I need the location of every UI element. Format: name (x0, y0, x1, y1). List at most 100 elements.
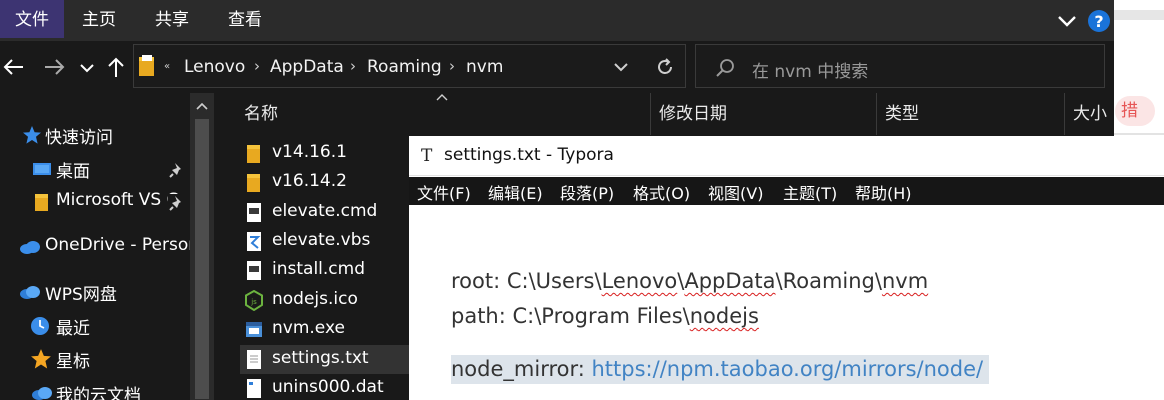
file-row[interactable]: unins000.dat (240, 374, 410, 400)
expand-ribbon-chevron-icon[interactable] (1055, 8, 1079, 34)
svg-text:js: js (250, 298, 257, 306)
recent-locations-chevron-icon[interactable] (77, 55, 97, 79)
nav-item-onedrive[interactable]: OneDrive - Persor (0, 233, 190, 263)
breadcrumb-roaming[interactable]: Roaming (367, 57, 442, 77)
nav-item-label: 最近 (56, 319, 90, 339)
root-nvm-word: nvm (881, 269, 929, 293)
file-row[interactable]: nvm.exe (240, 315, 410, 344)
folder-path-icon (139, 55, 154, 76)
star-icon (23, 126, 41, 144)
nav-item-label: 我的云文档 (56, 386, 141, 400)
ribbon-tab-share[interactable]: 共享 (155, 0, 189, 38)
search-icon (716, 59, 734, 77)
ribbon-tab-home[interactable]: 主页 (82, 0, 116, 38)
nav-item-cloud-docs[interactable]: 我的云文档 (0, 379, 190, 400)
mirror-line-selected[interactable]: node_mirror: https://npm.taobao.org/mirr… (451, 355, 990, 384)
nav-item-label: 快速访问 (45, 128, 113, 148)
breadcrumb-nvm[interactable]: nvm (466, 57, 503, 77)
nav-item-recent[interactable]: 最近 (0, 312, 190, 342)
typora-title-bar[interactable]: T settings.txt - Typora (409, 136, 1164, 176)
refresh-icon[interactable] (654, 56, 676, 78)
menu-theme[interactable]: 主题(T) (783, 180, 837, 204)
file-name: elevate.cmd (272, 201, 378, 221)
vbs-file-icon (247, 232, 261, 251)
search-input[interactable]: 在 nvm 中搜索 (695, 44, 1105, 88)
nav-item-label: Microsoft VS C (56, 190, 179, 210)
menu-file[interactable]: 文件(F) (417, 180, 471, 204)
root-user-word: Lenovo (601, 269, 678, 293)
file-row[interactable]: v14.16.1 (240, 139, 410, 168)
cloud-icon (32, 387, 52, 400)
menu-view[interactable]: 视图(V) (708, 180, 763, 204)
help-icon[interactable]: ? (1087, 8, 1111, 34)
scroll-up-arrow-icon[interactable] (196, 101, 208, 111)
star-icon (31, 349, 51, 369)
file-row[interactable]: js nodejs.ico (240, 286, 410, 315)
file-row[interactable]: elevate.vbs (240, 227, 410, 256)
menu-help[interactable]: 帮助(H) (855, 180, 912, 204)
root-mid: \Roaming\ (775, 269, 882, 293)
back-arrow-icon[interactable] (2, 55, 26, 79)
text-file-icon (247, 350, 261, 369)
nav-item-desktop[interactable]: 桌面 (0, 155, 190, 185)
nav-item-starred[interactable]: 星标 (0, 345, 190, 375)
menu-edit[interactable]: 编辑(E) (488, 180, 543, 204)
cmd-file-icon (247, 203, 261, 222)
nav-item-wps-drive[interactable]: WPS网盘 (0, 278, 190, 308)
editor-area[interactable]: root: C:\Users\Lenovo\AppData\Roaming\nv… (409, 205, 1164, 400)
file-name: elevate.vbs (272, 230, 371, 250)
folder-icon (247, 174, 260, 192)
desktop: { "ribbon": { "tabs": ["文件", "主页", "共享",… (0, 0, 1164, 400)
nav-item-quick-access[interactable]: 快速访问 (0, 121, 190, 151)
pin-icon[interactable] (168, 194, 186, 212)
breadcrumb-appdata[interactable]: AppData (270, 57, 344, 77)
nav-item-microsoft-vs[interactable]: Microsoft VS C (0, 188, 190, 218)
ribbon-tab-view[interactable]: 查看 (228, 0, 262, 38)
background-badge[interactable]: 措 (1115, 96, 1155, 126)
cmd-file-icon (247, 261, 261, 280)
file-row[interactable]: install.cmd (240, 256, 410, 285)
file-name: v14.16.1 (272, 142, 347, 162)
path-nodejs-word: nodejs (689, 304, 759, 328)
typora-logo-icon: T (421, 146, 433, 166)
root-line[interactable]: root: C:\Users\Lenovo\AppData\Roaming\nv… (451, 269, 928, 293)
address-dropdown-chevron-icon[interactable] (612, 58, 630, 76)
scroll-thumb[interactable] (195, 119, 209, 399)
mirror-url-link[interactable]: https://npm.taobao.org/mirrors/node/ (592, 357, 984, 381)
breadcrumb-overflow-icon[interactable]: « (164, 61, 170, 72)
clock-icon (31, 317, 49, 335)
cloud-icon (20, 286, 40, 299)
breadcrumb-separator-icon[interactable]: › (350, 57, 356, 75)
file-name: nvm.exe (272, 318, 345, 338)
breadcrumb-separator-icon[interactable]: › (449, 57, 455, 75)
column-header-type[interactable]: 类型 (876, 93, 1064, 135)
background-toolbar (1114, 10, 1164, 20)
divider (1114, 133, 1164, 135)
pin-icon[interactable] (168, 161, 186, 179)
nav-scrollbar[interactable] (190, 93, 214, 400)
menu-paragraph[interactable]: 段落(P) (560, 180, 614, 204)
path-line[interactable]: path: C:\Program Files\nodejs (451, 304, 759, 328)
ribbon-tab-file[interactable]: 文件 (0, 0, 64, 38)
address-bar[interactable]: « Lenovo › AppData › Roaming › nvm (133, 44, 686, 88)
nav-item-label: OneDrive - Persor (45, 235, 190, 255)
up-arrow-icon[interactable] (104, 55, 128, 79)
file-name: unins000.dat (272, 377, 384, 397)
nodejs-icon: js (245, 290, 263, 311)
file-row[interactable]: elevate.cmd (240, 198, 410, 227)
file-row[interactable]: v16.14.2 (240, 168, 410, 197)
typora-window: T settings.txt - Typora 文件(F) 编辑(E) 段落(P… (409, 136, 1164, 400)
ribbon-bar: 文件 主页 共享 查看 ? (0, 0, 1114, 41)
path-prefix: path: C:\Program Files\ (451, 304, 690, 328)
column-header-size[interactable]: 大小 (1064, 93, 1114, 135)
folder-icon (35, 194, 48, 211)
menu-format[interactable]: 格式(O) (633, 180, 690, 204)
forward-arrow-icon[interactable] (42, 55, 66, 79)
column-header-modified[interactable]: 修改日期 (650, 93, 876, 135)
breadcrumb-lenovo[interactable]: Lenovo (184, 57, 245, 77)
dat-file-icon (247, 379, 261, 398)
desktop-icon (33, 163, 51, 175)
breadcrumb-separator-icon[interactable]: › (254, 57, 260, 75)
file-name: install.cmd (272, 259, 365, 279)
file-row-selected[interactable]: settings.txt (240, 345, 410, 374)
